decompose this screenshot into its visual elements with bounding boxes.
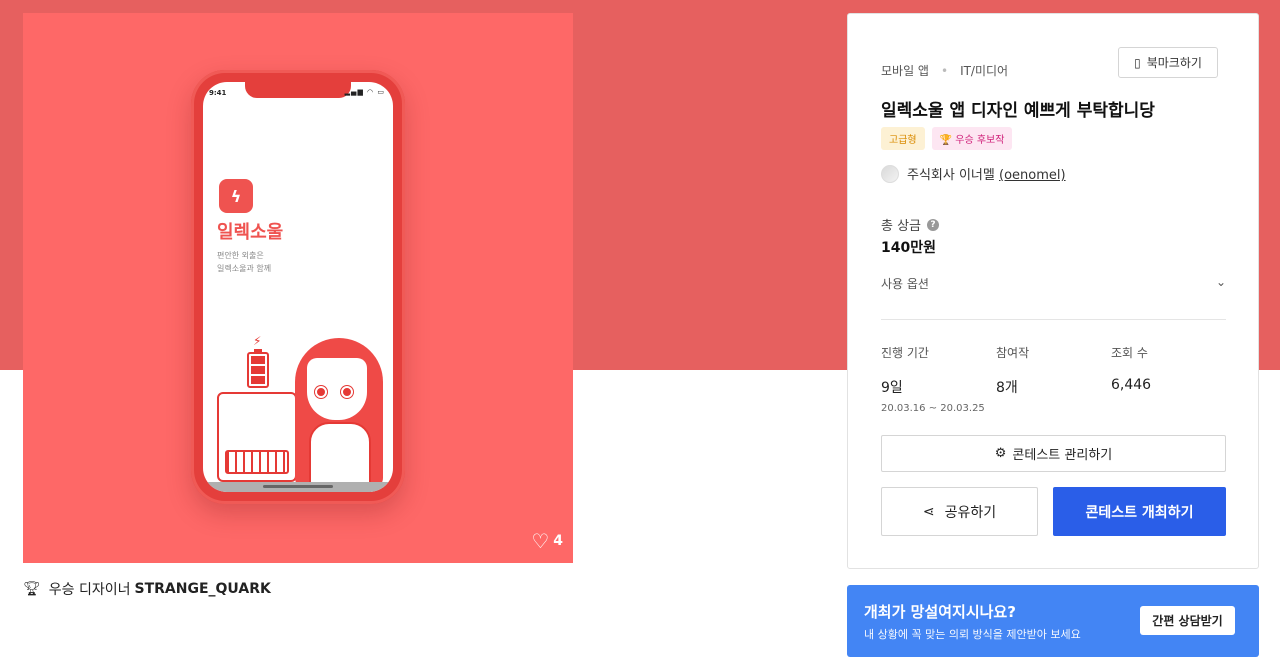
stat-period-value: 9일 <box>881 380 903 396</box>
phone-screen: 9:41 ▂▄▆ ◠ ▭ ϟ 일렉소울 편안한 외출은 일렉소울과 함께 ⚡ <box>203 82 393 492</box>
quick-consult-button[interactable]: 간편 상담받기 <box>1140 606 1235 635</box>
contest-preview-image[interactable]: 9:41 ▂▄▆ ◠ ▭ ϟ 일렉소울 편안한 외출은 일렉소울과 함께 ⚡ ♡… <box>23 13 573 563</box>
stat-period: 진행 기간 9일 20.03.16 ~ 20.03.25 <box>881 344 996 414</box>
prize-label: 총 상금 ? <box>881 215 940 234</box>
winner-designer: 🏆︎ 우승 디자이너 STRANGE_QUARK <box>23 579 271 599</box>
bookmark-button[interactable]: ▯ 북마크하기 <box>1118 47 1218 78</box>
battery-illustration <box>247 349 269 388</box>
usage-options-label: 사용 옵션 <box>881 277 929 291</box>
status-icons: ▂▄▆ ◠ ▭ <box>344 88 385 96</box>
gear-icon: ⚙ <box>994 446 1007 461</box>
app-tagline-line-2: 일렉소울과 함께 <box>217 264 272 273</box>
award-badge-label: 우승 후보작 <box>955 135 1005 146</box>
app-name: 일렉소울 <box>217 222 284 243</box>
trophy-icon: 🏆 <box>939 135 953 146</box>
trophy-icon: 🏆︎ <box>23 581 41 597</box>
share-label: 공유하기 <box>944 504 997 521</box>
character-eye <box>315 386 327 398</box>
winner-name[interactable]: STRANGE_QUARK <box>135 581 271 597</box>
phone-mockup: 9:41 ▂▄▆ ◠ ▭ ϟ 일렉소울 편안한 외출은 일렉소울과 함께 ⚡ <box>191 70 405 504</box>
stat-views-label: 조회 수 <box>1111 346 1148 360</box>
phone-notch <box>245 82 351 98</box>
app-tagline-line-1: 편안한 외출은 <box>217 251 264 260</box>
stat-views-value: 6,446 <box>1111 377 1152 393</box>
separator-dot: • <box>940 63 949 78</box>
category-breadcrumb: 모바일 앱 • IT/미디어 <box>881 62 1008 79</box>
stat-entries-label: 참여작 <box>996 346 1030 360</box>
prize-label-text: 총 상금 <box>881 219 922 234</box>
award-badge: 🏆 우승 후보작 <box>931 127 1013 150</box>
question-icon[interactable]: ? <box>927 218 940 231</box>
category-primary[interactable]: 모바일 앱 <box>881 62 929 79</box>
usage-options-toggle[interactable]: 사용 옵션 ⌄ <box>881 275 1226 292</box>
manage-contest-label: 콘테스트 관리하기 <box>1012 448 1113 463</box>
app-tagline: 편안한 외출은 일렉소울과 함께 <box>217 249 271 275</box>
chevron-down-icon: ⌄ <box>1215 275 1226 289</box>
avatar <box>881 164 899 183</box>
host-info: 주식회사 이너멜 (oenomel) <box>881 164 1066 183</box>
stat-period-range: 20.03.16 ~ 20.03.25 <box>881 403 985 414</box>
host-handle-link[interactable]: (oenomel) <box>999 168 1066 183</box>
bookmark-icon: ▯ <box>1134 55 1141 70</box>
contest-stats: 진행 기간 9일 20.03.16 ~ 20.03.25 참여작 8개 조회 수… <box>881 344 1226 414</box>
grade-badge: 고급형 <box>881 127 925 150</box>
host-contest-button[interactable]: 콘테스트 개최하기 <box>1053 487 1226 536</box>
share-button[interactable]: ⋖ 공유하기 <box>881 487 1038 536</box>
consult-question: 개최가 망설여지시나요? <box>864 603 1016 621</box>
share-icon: ⋖ <box>922 503 935 520</box>
divider <box>881 319 1226 320</box>
stat-period-label: 진행 기간 <box>881 346 929 360</box>
contest-title: 일렉소울 앱 디자인 예쁘게 부탁합니당 <box>881 101 1155 121</box>
category-secondary[interactable]: IT/미디어 <box>960 62 1008 79</box>
winner-label: 우승 디자이너 <box>48 582 131 598</box>
home-indicator <box>263 485 333 488</box>
consult-description: 내 상황에 꼭 맞는 의뢰 방식을 제안받아 보세요 <box>864 628 1081 641</box>
contest-info-card: 모바일 앱 • IT/미디어 ▯ 북마크하기 일렉소울 앱 디자인 예쁘게 부탁… <box>847 13 1259 569</box>
stat-entries: 참여작 8개 <box>996 344 1111 414</box>
bolt-icon: ⚡ <box>253 334 262 348</box>
app-logo-icon: ϟ <box>219 179 253 213</box>
charger-illustration <box>217 392 297 482</box>
stat-views: 조회 수 6,446 <box>1111 344 1226 414</box>
character-eye <box>341 386 353 398</box>
host-name: 주식회사 이너멜 <box>907 168 995 183</box>
heart-icon: ♡ <box>531 529 550 553</box>
like-button[interactable]: ♡ 4 <box>531 531 563 551</box>
consultation-banner: 개최가 망설여지시나요? 내 상황에 꼭 맞는 의뢰 방식을 제안받아 보세요 … <box>847 585 1259 657</box>
stat-entries-value: 8개 <box>996 380 1018 396</box>
prize-value: 140만원 <box>881 240 936 256</box>
like-count: 4 <box>553 533 563 549</box>
bookmark-label: 북마크하기 <box>1146 56 1202 70</box>
manage-contest-button[interactable]: ⚙ 콘테스트 관리하기 <box>881 435 1226 472</box>
badge-group: 고급형 🏆 우승 후보작 <box>881 127 1013 150</box>
status-time: 9:41 <box>209 89 227 97</box>
